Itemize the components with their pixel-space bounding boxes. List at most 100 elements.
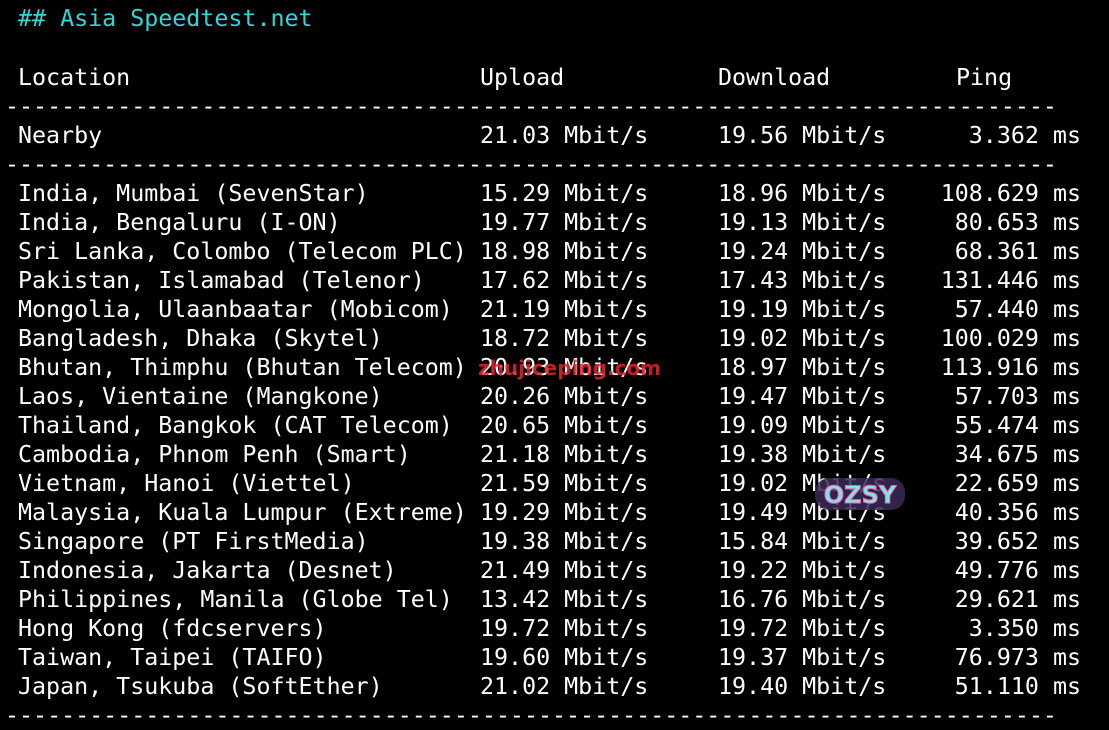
nearby-ping: 3.362 ms (968, 122, 1081, 149)
row-upload: 19.29 Mbit/s (480, 499, 649, 526)
row-upload: 18.72 Mbit/s (480, 325, 649, 352)
nearby-upload: 21.03 Mbit/s (480, 122, 649, 149)
row-ping: 49.776 ms (954, 557, 1081, 584)
table-row: Cambodia, Phnom Penh (Smart) 21.18 Mbit/s… (18, 440, 1081, 469)
row-download: 18.96 Mbit/s (718, 180, 887, 207)
row-download: 16.76 Mbit/s (718, 586, 887, 613)
separator-line: ----------------------------------------… (5, 702, 1055, 729)
row-location: India, Bengaluru (I-ON) (18, 209, 341, 236)
row-ping: 80.653 ms (954, 209, 1081, 236)
row-ping: 3.350 ms (968, 615, 1081, 642)
watermark-text: zhujiceping.com (478, 356, 662, 380)
table-row: Vietnam, Hanoi (Viettel) 21.59 Mbit/s 19.0… (18, 469, 1081, 498)
row-location: Laos, Vientaine (Mangkone) (18, 383, 383, 410)
table-row: Pakistan, Islamabad (Telenor) 17.62 Mbit/… (18, 266, 1081, 295)
row-ping: 100.029 ms (940, 325, 1081, 352)
section-heading: ## Asia Speedtest.net (18, 5, 313, 32)
row-ping: 113.916 ms (940, 354, 1081, 381)
row-location: Bangladesh, Dhaka (Skytel) (18, 325, 383, 352)
row-download: 19.38 Mbit/s (718, 441, 887, 468)
header-location: Location (18, 64, 131, 91)
row-location: Hong Kong (fdcservers) (18, 615, 327, 642)
row-ping: 55.474 ms (954, 412, 1081, 439)
row-download: 15.84 Mbit/s (718, 528, 887, 555)
table-row: Taiwan, Taipei (TAIFO) 19.60 Mbit/s 19.37 … (18, 643, 1081, 672)
row-download: 19.02 Mbit/s (718, 325, 887, 352)
table-row: Mongolia, Ulaanbaatar (Mobicom) 21.19 Mbi… (18, 295, 1081, 324)
row-upload: 20.26 Mbit/s (480, 383, 649, 410)
row-ping: 39.652 ms (954, 528, 1081, 555)
header-ping: Ping (956, 64, 1013, 91)
table-row: Laos, Vientaine (Mangkone) 20.26 Mbit/s 19… (18, 382, 1081, 411)
row-ping: 68.361 ms (954, 238, 1081, 265)
row-ping: 29.621 ms (954, 586, 1081, 613)
row-upload: 19.60 Mbit/s (480, 644, 649, 671)
row-download: 19.72 Mbit/s (718, 615, 887, 642)
row-ping: 51.110 ms (954, 673, 1081, 700)
row-download: 19.40 Mbit/s (718, 673, 887, 700)
header-upload: Upload (480, 64, 565, 91)
row-location: Bhutan, Thimphu (Bhutan Telecom) (18, 354, 467, 381)
row-upload: 21.59 Mbit/s (480, 470, 649, 497)
row-download: 19.47 Mbit/s (718, 383, 887, 410)
row-ping: 22.659 ms (954, 470, 1081, 497)
row-download: 18.97 Mbit/s (718, 354, 887, 381)
row-location: Thailand, Bangkok (CAT Telecom) (18, 412, 453, 439)
row-download: 19.37 Mbit/s (718, 644, 887, 671)
row-ping: 40.356 ms (954, 499, 1081, 526)
row-upload: 21.19 Mbit/s (480, 296, 649, 323)
row-location: India, Mumbai (SevenStar) (18, 180, 369, 207)
row-upload: 13.42 Mbit/s (480, 586, 649, 613)
row-location: Vietnam, Hanoi (Viettel) (18, 470, 355, 497)
separator-line: ----------------------------------------… (5, 93, 1055, 120)
row-upload: 17.62 Mbit/s (480, 267, 649, 294)
table-row: Malaysia, Kuala Lumpur (Extreme) 19.29 Mb… (18, 498, 1081, 527)
row-ping: 131.446 ms (940, 267, 1081, 294)
table-row: India, Mumbai (SevenStar) 15.29 Mbit/s 18.… (18, 179, 1081, 208)
table-header: Location Upload Download Ping (18, 63, 1078, 92)
nearby-download: 19.56 Mbit/s (718, 122, 887, 149)
row-ping: 76.973 ms (954, 644, 1081, 671)
table-row: India, Bengaluru (I-ON) 19.77 Mbit/s 19.13… (18, 208, 1081, 237)
row-upload: 19.72 Mbit/s (480, 615, 649, 642)
row-upload: 19.77 Mbit/s (480, 209, 649, 236)
row-download: 17.43 Mbit/s (718, 267, 887, 294)
table-row: Singapore (PT FirstMedia) 19.38 Mbit/s 15.… (18, 527, 1081, 556)
row-ping: 34.675 ms (954, 441, 1081, 468)
row-location: Cambodia, Phnom Penh (Smart) (18, 441, 411, 468)
row-location: Mongolia, Ulaanbaatar (Mobicom) (18, 296, 453, 323)
row-location: Philippines, Manila (Globe Tel) (18, 586, 453, 613)
row-download: 19.19 Mbit/s (718, 296, 887, 323)
nearby-row: Nearby 21.03 Mbit/s 19.56 Mbit/s 3.362 m… (18, 121, 1081, 150)
row-upload: 21.49 Mbit/s (480, 557, 649, 584)
row-upload: 19.38 Mbit/s (480, 528, 649, 555)
row-ping: 57.440 ms (954, 296, 1081, 323)
table-row: Philippines, Manila (Globe Tel) 13.42 Mbi… (18, 585, 1081, 614)
table-row: Thailand, Bangkok (CAT Telecom) 20.65 Mbi… (18, 411, 1081, 440)
row-location: Taiwan, Taipei (TAIFO) (18, 644, 327, 671)
table-row: Sri Lanka, Colombo (Telecom PLC) 18.98 Mb… (18, 237, 1081, 266)
row-location: Indonesia, Jakarta (Desnet) (18, 557, 397, 584)
row-upload: 15.29 Mbit/s (480, 180, 649, 207)
row-download: 19.09 Mbit/s (718, 412, 887, 439)
row-download: 19.24 Mbit/s (718, 238, 887, 265)
table-row: Hong Kong (fdcservers) 19.72 Mbit/s 19.72 … (18, 614, 1081, 643)
row-location: Pakistan, Islamabad (Telenor) (18, 267, 425, 294)
table-row: Indonesia, Jakarta (Desnet) 21.49 Mbit/s 1… (18, 556, 1081, 585)
row-upload: 20.65 Mbit/s (480, 412, 649, 439)
nearby-location: Nearby (18, 122, 103, 149)
row-ping: 108.629 ms (940, 180, 1081, 207)
watermark-logo-text: OZSY (824, 481, 897, 509)
row-location: Malaysia, Kuala Lumpur (Extreme) (18, 499, 467, 526)
row-location: Singapore (PT FirstMedia) (18, 528, 369, 555)
header-download: Download (718, 64, 831, 91)
row-upload: 21.18 Mbit/s (480, 441, 649, 468)
row-location: Sri Lanka, Colombo (Telecom PLC) (18, 238, 467, 265)
watermark-logo: OZSY (815, 478, 905, 510)
row-upload: 21.02 Mbit/s (480, 673, 649, 700)
row-location: Japan, Tsukuba (SoftEther) (18, 673, 383, 700)
table-row: Bangladesh, Dhaka (Skytel) 18.72 Mbit/s 19… (18, 324, 1081, 353)
row-upload: 18.98 Mbit/s (480, 238, 649, 265)
separator-line: ----------------------------------------… (5, 151, 1055, 178)
row-download: 19.22 Mbit/s (718, 557, 887, 584)
